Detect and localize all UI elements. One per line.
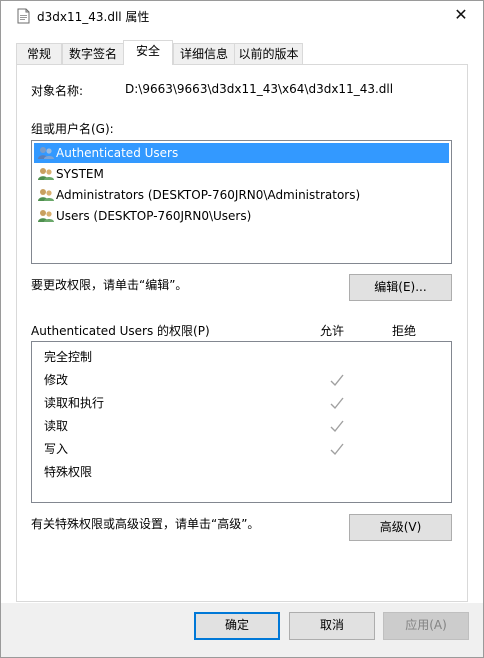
list-item-label: Users (DESKTOP-760JRN0\Users)	[56, 209, 252, 223]
users-group-icon	[38, 147, 54, 159]
check-icon	[330, 397, 344, 410]
list-item-system[interactable]: SYSTEM	[34, 164, 449, 184]
tab-previous-versions[interactable]: 以前的版本	[234, 43, 303, 64]
check-icon	[330, 443, 344, 456]
permission-name: 特殊权限	[44, 465, 93, 479]
permission-name: 写入	[44, 442, 69, 456]
ok-button[interactable]: 确定	[194, 612, 280, 640]
edit-button[interactable]: 编辑(E)...	[349, 274, 452, 301]
close-button[interactable]: ✕	[448, 4, 474, 28]
permission-row-modify: 修改	[44, 370, 444, 390]
deny-column-header: 拒绝	[392, 324, 417, 338]
users-group-icon	[38, 168, 54, 180]
permissions-list[interactable]: 完全控制 修改 读取和执行 读取 写入 特殊权限	[31, 341, 452, 503]
list-item-authenticated-users[interactable]: Authenticated Users	[34, 143, 449, 163]
tab-digital-signatures[interactable]: 数字签名	[62, 43, 124, 64]
list-item-users[interactable]: Users (DESKTOP-760JRN0\Users)	[34, 206, 449, 226]
apply-button[interactable]: 应用(A)	[383, 612, 469, 640]
permission-name: 读取和执行	[44, 396, 105, 410]
permission-name: 修改	[44, 373, 69, 387]
tab-label: 数字签名	[68, 47, 117, 61]
tab-label: 详细信息	[179, 47, 228, 61]
list-item-label: SYSTEM	[56, 167, 104, 181]
permissions-header: Authenticated Users 的权限(P)	[31, 324, 210, 338]
change-permissions-hint: 要更改权限，请单击“编辑”。	[31, 278, 188, 292]
permission-row-read-execute: 读取和执行	[44, 393, 444, 413]
tab-details[interactable]: 详细信息	[173, 43, 235, 64]
permission-row-full-control: 完全控制	[44, 347, 444, 367]
tab-general[interactable]: 常规	[16, 43, 62, 64]
list-item-label: Authenticated Users	[56, 146, 179, 160]
tab-label: 安全	[135, 44, 160, 58]
users-group-icon	[38, 210, 54, 222]
window-title: d3dx11_43.dll 属性	[37, 10, 150, 24]
cancel-button[interactable]: 取消	[289, 612, 375, 640]
tab-security[interactable]: 安全	[123, 40, 173, 65]
close-icon: ✕	[454, 5, 468, 24]
list-item-administrators[interactable]: Administrators (DESKTOP-760JRN0\Administ…	[34, 185, 449, 205]
file-icon	[17, 8, 30, 24]
users-listbox[interactable]: Authenticated Users SYSTEM Administrator…	[31, 140, 452, 264]
check-icon	[330, 420, 344, 433]
advanced-hint: 有关特殊权限或高级设置，请单击“高级”。	[31, 517, 260, 531]
object-name-label: 对象名称:	[31, 84, 84, 98]
permission-row-read: 读取	[44, 416, 444, 436]
group-label: 组或用户名(G):	[31, 122, 114, 136]
object-name-value: D:\9663\9663\d3dx11_43\x64\d3dx11_43.dll	[125, 82, 394, 96]
tab-label: 常规	[26, 47, 51, 61]
check-icon	[330, 374, 344, 387]
allow-column-header: 允许	[320, 324, 345, 338]
tab-label: 以前的版本	[238, 47, 299, 61]
users-group-icon	[38, 189, 54, 201]
advanced-button[interactable]: 高级(V)	[349, 514, 452, 541]
permission-name: 完全控制	[44, 350, 93, 364]
permission-name: 读取	[44, 419, 69, 433]
permission-row-special: 特殊权限	[44, 462, 444, 482]
list-item-label: Administrators (DESKTOP-760JRN0\Administ…	[56, 188, 361, 202]
permission-row-write: 写入	[44, 439, 444, 459]
